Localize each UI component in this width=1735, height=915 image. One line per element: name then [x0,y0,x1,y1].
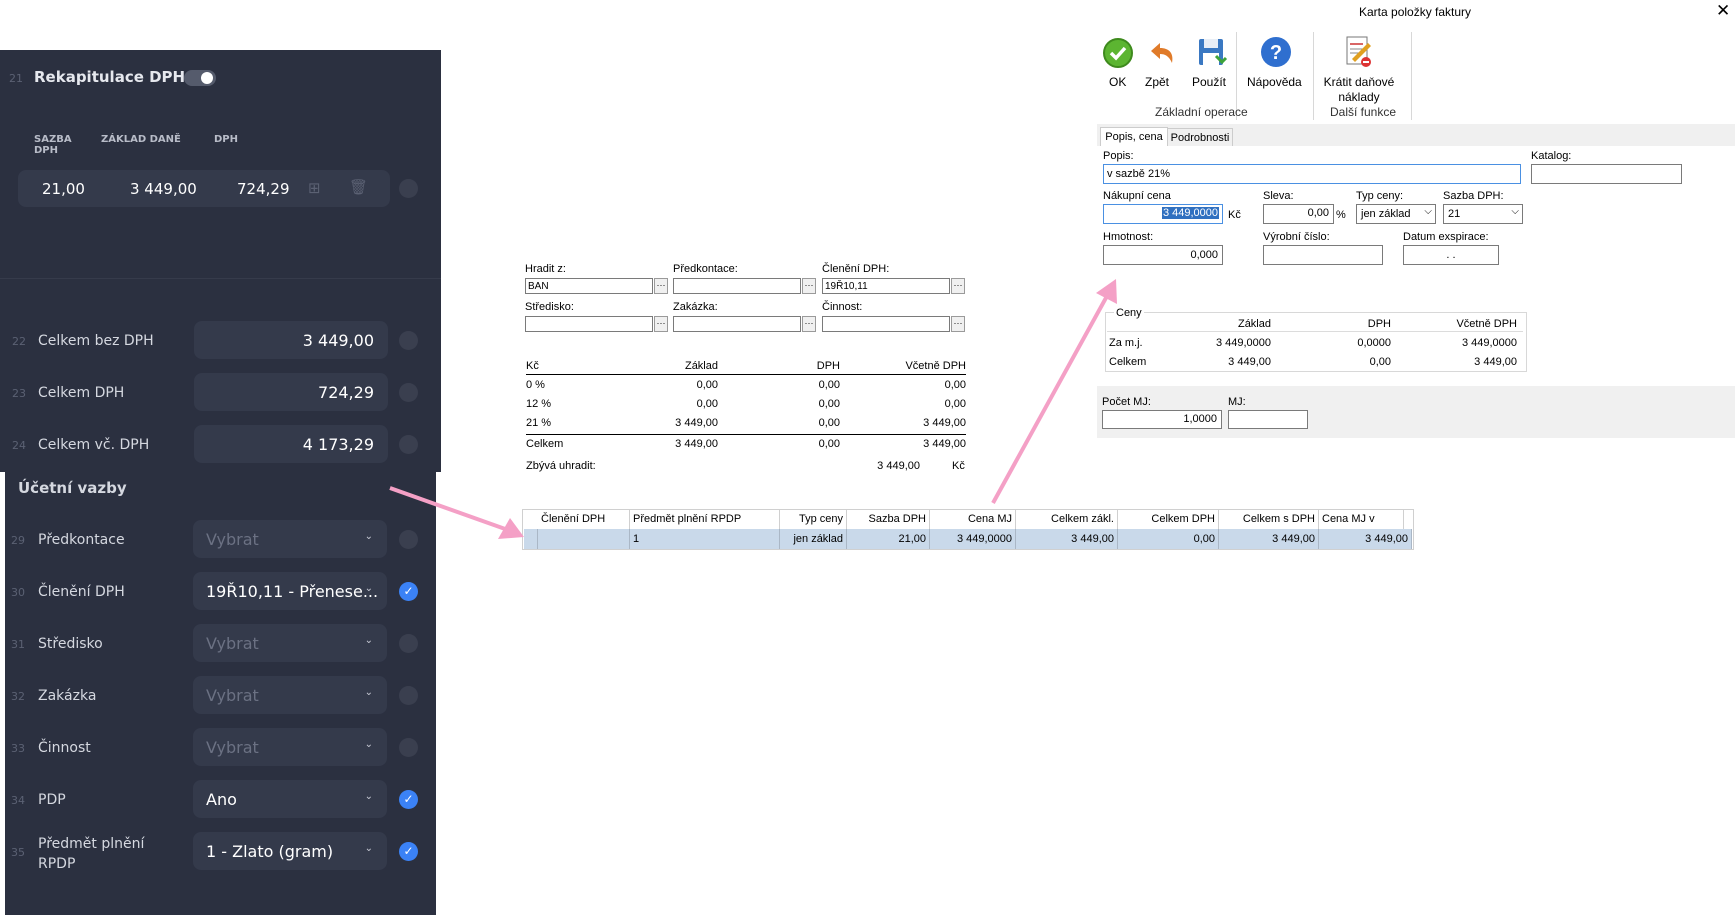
pink-arrow-to-dialog [991,279,1117,504]
pink-arrow-to-grid [389,486,524,539]
annotation-arrows [389,279,1117,539]
